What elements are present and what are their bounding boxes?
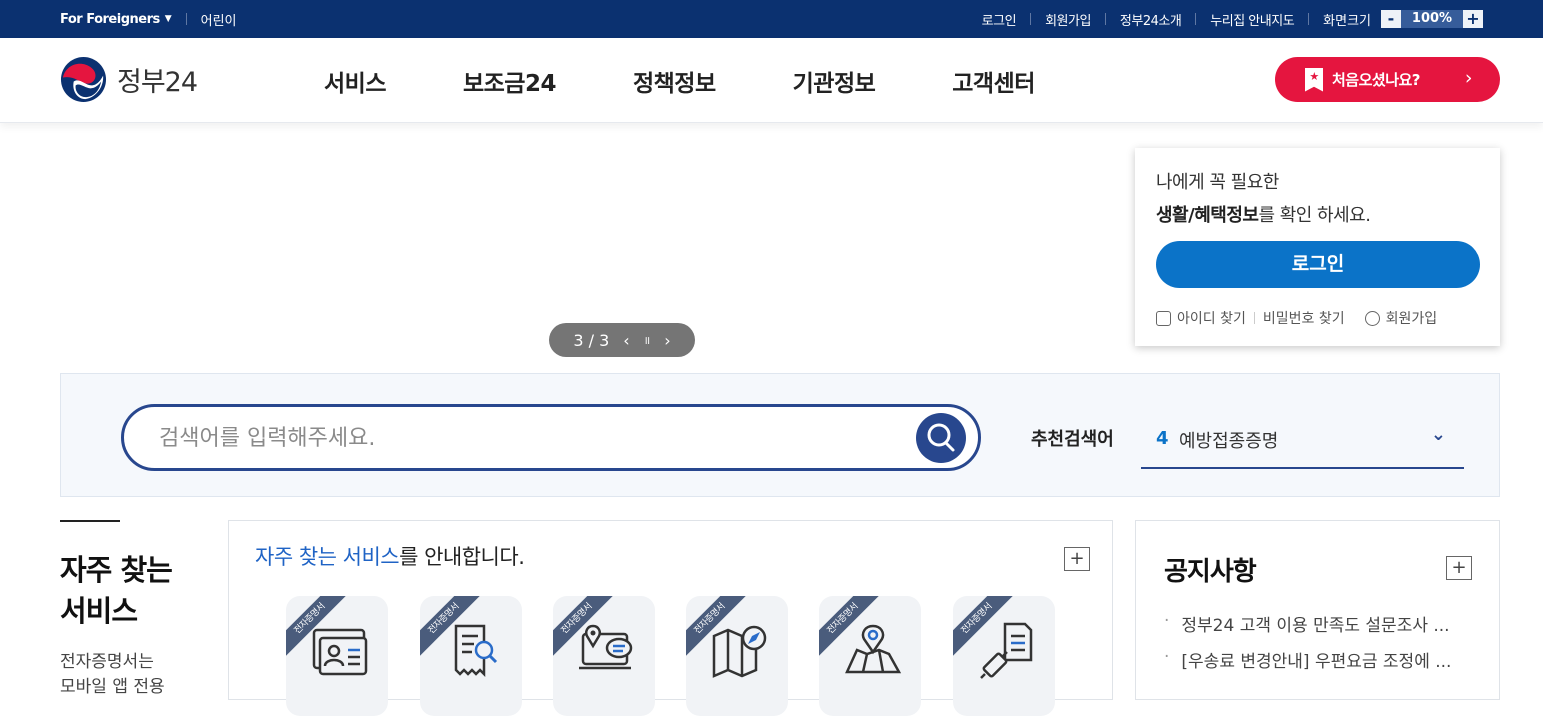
service-card[interactable]: 전자증명서 <box>420 596 522 716</box>
taegeuk-logo-icon <box>60 56 107 103</box>
login-message-rest: 를 확인 하세요. <box>1258 205 1371 226</box>
nav-customer-center[interactable]: 고객센터 <box>952 64 1035 98</box>
notice-title: 공지사항 <box>1164 557 1257 587</box>
panel-title: 자주 찾는 서비스를 안내합니다. <box>255 541 525 571</box>
notice-list: · 정부24 고객 이용 만족도 설문조사 ... · [우송료 변경안내] 우편요… <box>1164 611 1451 683</box>
panel-title-rest: 를 안내합니다. <box>399 545 525 569</box>
search-icon <box>927 423 955 452</box>
frequent-services-panel: 자주 찾는 서비스를 안내합니다. + 전자증명서 전자증명서 전자증명서 전자… <box>228 520 1113 716</box>
sitemap-link[interactable]: 누리집 안내지도 <box>1210 10 1294 29</box>
notice-panel: 공지사항 + · 정부24 고객 이용 만족도 설문조사 ... · [우송료 변경… <box>1135 520 1500 700</box>
recommend-keyword-select[interactable]: 4 예방접종증명 ⌄ <box>1141 416 1464 469</box>
vaccine-certificate-icon <box>980 622 1033 679</box>
divider <box>185 13 187 25</box>
global-nav: 서비스 보조금24 정책정보 기관정보 고객센터 <box>324 38 1112 123</box>
search-input[interactable] <box>159 422 859 454</box>
divider <box>1253 312 1255 324</box>
nav-policy[interactable]: 정책정보 <box>633 64 716 98</box>
utility-right: 로그인 회원가입 정부24소개 누리집 안내지도 화면크기 - 100% + <box>982 0 1483 38</box>
divider <box>1195 13 1197 25</box>
notice-item[interactable]: · 정부24 고객 이용 만족도 설문조사 ... <box>1164 611 1451 647</box>
document-search-icon <box>454 624 498 678</box>
notice-item[interactable]: · [우송료 변경안내] 우편요금 조정에 ... <box>1164 647 1451 683</box>
login-message-line2: 생활/혜택정보를 확인 하세요. <box>1156 201 1479 227</box>
section-bar <box>60 520 120 522</box>
user-icon <box>1364 310 1380 326</box>
search-box <box>121 404 981 471</box>
login-message-line1: 나에게 꼭 필요한 <box>1156 172 1279 193</box>
caret-down-icon: ▼ <box>164 14 172 24</box>
for-foreigners-link[interactable]: For Foreigners <box>60 12 160 27</box>
frequent-title: 자주 찾는서비스 <box>60 550 200 632</box>
utility-left: For Foreigners ▼ 어린이 <box>60 0 237 38</box>
more-services-button[interactable]: + <box>1064 547 1090 571</box>
nav-subsidy24[interactable]: 보조금24 <box>463 64 557 98</box>
divider <box>1308 13 1310 25</box>
notice-item-text: [우송료 변경안내] 우편요금 조정에 ... <box>1181 652 1452 672</box>
recommend-rank: 4 <box>1156 428 1169 449</box>
divider <box>1104 13 1106 25</box>
about-link[interactable]: 정부24소개 <box>1120 10 1182 29</box>
notice-item-text: 정부24 고객 이용 만족도 설문조사 ... <box>1181 616 1450 636</box>
frequent-side: 자주 찾는서비스 전자증명서는모바일 앱 전용 <box>60 520 200 700</box>
id-card-icon <box>312 628 368 676</box>
signup-link-box[interactable]: 회원가입 <box>1364 308 1438 328</box>
lock-icon <box>1156 310 1171 326</box>
main-header: 정부24 서비스 보조금24 정책정보 기관정보 고객센터 ★ 처음오셨나요? … <box>0 38 1543 123</box>
service-card[interactable]: 전자증명서 <box>686 596 788 716</box>
slide-controller: 3 / 3 ‹ ॥ › <box>549 323 695 357</box>
frequent-title-line2: 서비스 <box>60 594 138 628</box>
zoom-label: 화면크기 <box>1323 13 1371 29</box>
search-section: 추천검색어 4 예방접종증명 ⌄ <box>60 373 1500 497</box>
frequent-desc-line2: 모바일 앱 전용 <box>60 677 165 697</box>
recommend-label: 추천검색어 <box>1031 429 1114 450</box>
panel-title-highlight: 자주 찾는 서비스 <box>255 545 400 569</box>
site-logo[interactable]: 정부24 <box>60 56 198 103</box>
zoom-control: - 100% + <box>1381 10 1483 28</box>
service-card[interactable]: 전자증명서 <box>953 596 1055 716</box>
login-links: 아이디 찾기 비밀번호 찾기 회원가입 <box>1156 308 1479 328</box>
slide-counter: 3 / 3 <box>573 330 610 350</box>
location-chat-icon <box>579 624 633 670</box>
map-compass-icon <box>712 625 767 678</box>
login-link[interactable]: 로그인 <box>982 10 1017 29</box>
service-card[interactable]: 전자증명서 <box>286 596 388 716</box>
zoom-in-button[interactable]: + <box>1463 10 1483 28</box>
bookmark-star-icon: ★ <box>1305 67 1323 92</box>
service-card[interactable]: 전자증명서 <box>819 596 921 716</box>
first-visit-label: 처음오셨나요? <box>1332 71 1421 89</box>
frequent-desc-line1: 전자증명서는 <box>60 652 154 672</box>
divider <box>1030 13 1032 25</box>
frequent-title-line1: 자주 찾는 <box>60 553 173 587</box>
utility-bar: For Foreigners ▼ 어린이 로그인 회원가입 정부24소개 누리집… <box>0 0 1543 38</box>
map-pin-icon <box>845 624 902 674</box>
frequent-desc: 전자증명서는모바일 앱 전용 <box>60 650 200 700</box>
zoom-value: 100% <box>1401 10 1463 28</box>
zoom-out-button[interactable]: - <box>1381 10 1401 28</box>
service-card[interactable]: 전자증명서 <box>553 596 655 716</box>
chevron-down-icon: ⌄ <box>1430 424 1446 445</box>
more-notice-button[interactable]: + <box>1446 556 1472 580</box>
login-message-bold: 생활/혜택정보 <box>1156 205 1259 226</box>
find-id-label: 아이디 찾기 <box>1177 311 1246 327</box>
chevron-right-icon: › <box>1464 67 1473 89</box>
recommend-keyword: 예방접종증명 <box>1179 431 1279 452</box>
slide-prev-button[interactable]: ‹ <box>623 331 629 350</box>
login-box: 나에게 꼭 필요한 생활/혜택정보를 확인 하세요. 로그인 아이디 찾기 비밀… <box>1135 148 1500 346</box>
nav-services[interactable]: 서비스 <box>324 64 386 98</box>
kids-link[interactable]: 어린이 <box>201 10 237 29</box>
slide-pause-button[interactable]: ॥ <box>644 333 651 348</box>
login-button[interactable]: 로그인 <box>1156 241 1480 288</box>
first-visit-button[interactable]: ★ 처음오셨나요? › <box>1275 57 1500 102</box>
find-id-link[interactable]: 아이디 찾기 <box>1156 308 1246 328</box>
signup-link[interactable]: 회원가입 <box>1045 10 1091 29</box>
search-button[interactable] <box>916 413 966 463</box>
slide-next-button[interactable]: › <box>664 331 670 350</box>
find-password-link[interactable]: 비밀번호 찾기 <box>1263 308 1345 328</box>
logo-text: 정부24 <box>117 67 198 98</box>
signup-label: 회원가입 <box>1385 311 1438 327</box>
nav-agency[interactable]: 기관정보 <box>793 64 876 98</box>
